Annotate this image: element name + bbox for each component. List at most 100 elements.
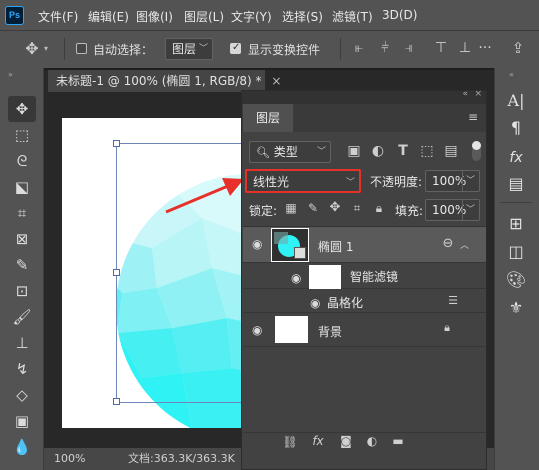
tab-layers[interactable]: 图层 (243, 104, 293, 132)
fx-icon[interactable]: fx (310, 434, 326, 448)
blur-tool-icon[interactable]: 💧 (8, 434, 36, 460)
opacity-input[interactable]: 100% ﹀ (425, 170, 480, 192)
panel-menu-icon[interactable]: ≡ (468, 110, 478, 124)
chevron-down-icon: ﹀ (316, 147, 326, 157)
eraser-tool-icon[interactable]: ◇ (8, 382, 36, 408)
document-tab-title: 未标题-1 @ 100% (椭圆 1, RGB/8) * (56, 74, 262, 88)
menu-select[interactable]: 选择(S) (282, 8, 323, 25)
blend-mode-value: 线性光 (253, 175, 290, 189)
eye-icon[interactable]: ◉ (252, 323, 262, 337)
gradient-tool-icon[interactable]: ▣ (8, 408, 36, 434)
folder-icon[interactable]: ▬ (390, 434, 406, 448)
menu-bar: Ps 文件(F) 编辑(E) 图像(I) 图层(L) 文字(Y) 选择(S) 滤… (0, 0, 539, 30)
document-tab[interactable]: 未标题-1 @ 100% (椭圆 1, RGB/8) * × (48, 70, 281, 92)
eye-icon[interactable]: ◉ (310, 296, 320, 310)
adjustment-layer-icon[interactable]: ◐ (364, 434, 380, 448)
filter-name[interactable]: 晶格化 (327, 294, 363, 311)
menu-image[interactable]: 图像(I) (136, 8, 173, 25)
fill-input[interactable]: 100% ﹀ (425, 199, 480, 221)
tool-preset-chevron-icon[interactable]: ▾ (44, 44, 48, 53)
collapse-icon[interactable]: » (8, 70, 13, 79)
share-icon[interactable]: ⇪ (508, 39, 528, 57)
chevron-down-icon: ﹀ (345, 178, 355, 188)
eyedropper-tool-icon[interactable]: ✎ (8, 252, 36, 278)
divider (500, 202, 532, 203)
lock-position-icon[interactable]: ✥ (328, 200, 342, 215)
menu-filter[interactable]: 滤镜(T) (332, 8, 373, 25)
filter-shape-icon[interactable]: ⬚ (419, 143, 435, 159)
collapse-icon[interactable]: « (462, 89, 468, 99)
collapse-icon[interactable]: « (509, 70, 514, 79)
filter-mask-thumbnail[interactable] (309, 265, 341, 289)
close-icon[interactable]: × (474, 89, 482, 99)
menu-layer[interactable]: 图层(L) (184, 8, 224, 25)
opacity-label: 不透明度: (370, 175, 423, 189)
search-icon: 🔍︎ (256, 146, 270, 159)
filter-smart-object-icon[interactable]: ▤ (443, 143, 459, 159)
app-logo: Ps (5, 6, 24, 25)
quick-select-tool-icon[interactable]: ⬕ (8, 174, 36, 200)
lock-transparent-icon[interactable]: ▦ (284, 201, 298, 215)
libraries-panel-icon[interactable]: ⚜ (502, 296, 530, 320)
lock-all-icon[interactable]: 🔒︎ (372, 201, 386, 216)
chevron-down-icon: ﹀ (461, 200, 475, 220)
lock-pixels-icon[interactable]: ✎ (306, 201, 320, 215)
lock-label: 锁定: (249, 204, 278, 218)
layers-panel-icon[interactable]: ◫ (502, 240, 530, 264)
layer-name[interactable]: 椭圆 1 (318, 238, 353, 255)
chevron-up-icon[interactable]: ︿ (460, 238, 469, 251)
align-middle-icon[interactable]: ⊥ (456, 40, 474, 56)
lock-icon: 🔒︎ (444, 321, 450, 334)
close-icon[interactable]: × (271, 74, 281, 88)
transform-handle[interactable] (113, 269, 120, 276)
transform-handle[interactable] (113, 398, 120, 405)
color-panel-icon[interactable]: 🎨︎ (502, 268, 530, 292)
align-top-icon[interactable]: ⊤ (432, 40, 450, 56)
eye-icon[interactable]: ◉ (252, 237, 262, 251)
blend-mode-dropdown[interactable]: 线性光 ﹀ (245, 169, 361, 193)
move-tool-icon[interactable]: ✥ (22, 39, 42, 59)
panel-title-bar: « × (242, 89, 486, 104)
healing-tool-icon[interactable]: ⊡ (8, 278, 36, 304)
filter-toggle[interactable] (472, 141, 481, 161)
transform-handle[interactable] (113, 140, 120, 147)
layer-filter-dropdown[interactable]: 🔍︎ 类型 ﹀ (249, 141, 331, 163)
link-icon[interactable]: ⛓ (282, 435, 298, 449)
swatches-panel-icon[interactable]: ⊞ (502, 212, 530, 236)
zoom-level[interactable]: 100% (54, 449, 85, 469)
crop-tool-icon[interactable]: ⌗ (8, 200, 36, 226)
properties-panel-icon[interactable]: ▤ (502, 172, 530, 196)
history-brush-tool-icon[interactable]: ↯ (8, 356, 36, 382)
show-transform-checkbox[interactable] (230, 42, 241, 54)
menu-type[interactable]: 文字(Y) (231, 8, 272, 25)
align-center-icon[interactable]: ⫩ (376, 40, 394, 56)
character-panel-icon[interactable]: A| (502, 89, 530, 113)
lasso-tool-icon[interactable]: ᘓ (8, 148, 36, 174)
brush-tool-icon[interactable]: 🖌 (8, 304, 36, 330)
lock-artboard-icon[interactable]: ⌗ (350, 201, 364, 216)
filter-type-icon[interactable]: T (395, 143, 411, 159)
divider (64, 38, 65, 60)
fill-label: 填充: (395, 204, 424, 218)
paragraph-panel-icon[interactable]: ¶ (502, 116, 530, 140)
menu-edit[interactable]: 编辑(E) (88, 8, 129, 25)
menu-file[interactable]: 文件(F) (38, 8, 78, 25)
eye-icon[interactable]: ◉ (291, 271, 301, 285)
menu-3d[interactable]: 3D(D) (382, 8, 417, 22)
filter-adjustment-icon[interactable]: ◐ (370, 143, 386, 159)
move-tool-icon[interactable]: ✥ (8, 96, 36, 122)
glyphs-panel-icon[interactable]: fx (502, 146, 530, 170)
stamp-tool-icon[interactable]: ⊥ (8, 330, 36, 356)
marquee-tool-icon[interactable]: ⬚ (8, 122, 36, 148)
filter-pixel-icon[interactable]: ▣ (346, 143, 362, 159)
add-mask-icon[interactable]: ◙ (338, 434, 354, 448)
layer-name[interactable]: 背景 (318, 323, 342, 340)
align-left-icon[interactable]: ⫦ (350, 40, 368, 56)
frame-tool-icon[interactable]: ⊠ (8, 226, 36, 252)
auto-select-target-dropdown[interactable]: 图层 ﹀ (165, 38, 213, 60)
blending-options-icon[interactable]: ☰ (446, 294, 460, 307)
chevron-down-icon: ﹀ (198, 44, 208, 54)
more-options-icon[interactable]: ··· (476, 40, 494, 56)
align-right-icon[interactable]: ⫣ (400, 40, 418, 56)
auto-select-checkbox[interactable] (76, 43, 87, 54)
